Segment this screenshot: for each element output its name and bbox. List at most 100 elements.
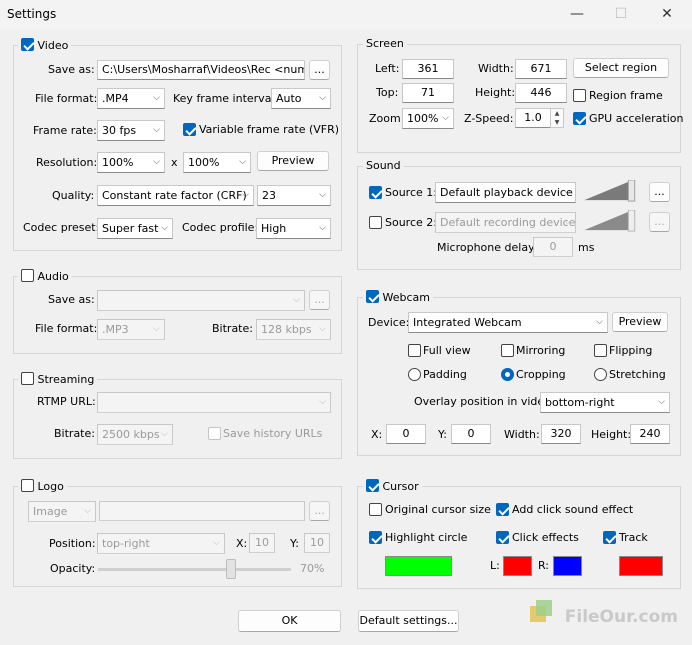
source2-more-button[interactable]: ... (649, 212, 670, 232)
webcam-preview-button[interactable]: Preview (612, 312, 668, 332)
track-checkbox[interactable] (603, 531, 616, 544)
flipping-checkbox[interactable] (594, 344, 607, 357)
logo-opacity-slider[interactable] (226, 559, 237, 579)
webcam-enable-checkbox[interactable] (366, 290, 379, 303)
audio-group-header: Audio (18, 269, 72, 284)
ok-button[interactable]: OK (238, 610, 341, 632)
frame-rate-select[interactable]: 30 fps ⌵ (97, 120, 165, 141)
logo-position-select[interactable]: top-right ⌵ (97, 533, 225, 554)
codec-preset-label: Codec preset: (23, 221, 100, 234)
cropping-radio[interactable] (501, 368, 514, 381)
webcam-x-input[interactable]: 0 (386, 424, 426, 444)
watermark-text: FileOur.com (564, 607, 678, 627)
screen-height-label: Height: (475, 86, 516, 99)
full-view-checkbox[interactable] (408, 344, 421, 357)
maximize-icon[interactable]: ☐ (606, 4, 636, 24)
close-icon[interactable]: ✕ (652, 4, 682, 24)
logo-group-label: Logo (37, 480, 64, 493)
stretching-radio[interactable] (594, 368, 607, 381)
video-enable-checkbox[interactable] (21, 38, 34, 51)
left-click-color-swatch[interactable] (503, 556, 532, 576)
quality-select[interactable]: Constant rate factor (CRF) ⌵ (97, 185, 254, 206)
chevron-down-icon: ⌵ (153, 93, 160, 103)
rtmp-url-label: RTMP URL: (37, 395, 96, 408)
video-preview-button[interactable]: Preview (257, 151, 329, 171)
screen-left-input[interactable]: 361 (402, 59, 454, 79)
screen-height-input[interactable]: 446 (515, 83, 567, 103)
select-region-button[interactable]: Select region (573, 58, 669, 78)
source2-checkbox[interactable] (369, 216, 382, 229)
streaming-bitrate-select[interactable]: 2500 kbps ⌵ (97, 424, 173, 445)
streaming-enable-checkbox[interactable] (21, 372, 34, 385)
region-frame-checkbox[interactable] (573, 89, 586, 102)
logo-browse-button[interactable]: ... (309, 501, 330, 521)
webcam-device-select[interactable]: Integrated Webcam ⌵ (408, 312, 608, 333)
mirroring-label: Mirroring (516, 344, 566, 357)
audio-enable-checkbox[interactable] (21, 269, 34, 282)
mirroring-checkbox[interactable] (501, 344, 514, 357)
webcam-width-input[interactable]: 320 (541, 424, 581, 444)
original-cursor-size-checkbox[interactable] (369, 503, 382, 516)
zoom-select[interactable]: 100% ⌵ (402, 108, 454, 129)
audio-file-format-select[interactable]: .MP3 ⌵ (97, 319, 165, 340)
screen-width-input[interactable]: 671 (515, 59, 567, 79)
logo-y-input[interactable]: 10 (304, 533, 330, 553)
source1-more-button[interactable]: ... (649, 182, 670, 202)
save-history-checkbox[interactable] (208, 427, 221, 440)
chevron-down-icon: ⌵ (596, 317, 603, 327)
key-frame-select[interactable]: Auto ⌵ (271, 88, 331, 109)
default-settings-button[interactable]: Default settings... (358, 610, 459, 632)
click-sound-checkbox[interactable] (496, 503, 509, 516)
screen-top-label: Top: (376, 86, 399, 99)
audio-bitrate-select[interactable]: 128 kbps ⌵ (256, 319, 331, 340)
vfr-checkbox[interactable] (183, 123, 196, 136)
source1-select[interactable]: Default playback device ⌵ (435, 182, 576, 203)
webcam-y-input[interactable]: 0 (451, 424, 491, 444)
audio-browse-button[interactable]: ... (309, 290, 330, 310)
webcam-device-label: Device: (368, 316, 410, 329)
source1-volume-icon[interactable] (584, 180, 636, 202)
spin-up-icon[interactable]: ▲ (551, 109, 563, 118)
click-effects-checkbox[interactable] (496, 531, 509, 544)
right-click-color-swatch[interactable] (553, 556, 582, 576)
video-file-format-select[interactable]: .MP4 ⌵ (97, 88, 165, 109)
screen-top-input[interactable]: 71 (402, 83, 454, 103)
zspeed-input[interactable]: 1.0 (515, 108, 551, 128)
quality-value-select[interactable]: 23 ⌵ (257, 185, 331, 206)
track-color-swatch[interactable] (619, 556, 663, 576)
source1-checkbox[interactable] (369, 186, 382, 199)
spin-down-icon[interactable]: ▼ (551, 118, 563, 127)
source2-select[interactable]: Default recording device ⌵ (435, 212, 576, 233)
key-frame-label: Key frame interval: (173, 92, 279, 105)
resolution-height-select[interactable]: 100% ⌵ (183, 152, 251, 173)
resolution-width-select[interactable]: 100% ⌵ (97, 152, 165, 173)
video-save-as-input[interactable]: C:\Users\Mosharraf\Videos\Rec <num (97, 60, 305, 80)
codec-profile-select[interactable]: High ⌵ (256, 218, 331, 239)
overlay-position-select[interactable]: bottom-right ⌵ (540, 392, 670, 413)
mic-delay-input[interactable]: 0 (533, 237, 573, 257)
logo-path-input[interactable] (99, 501, 305, 521)
chevron-down-icon: ⌵ (161, 223, 168, 233)
highlight-color-swatch[interactable] (385, 556, 452, 576)
logo-enable-checkbox[interactable] (21, 479, 34, 492)
quality-label: Quality: (52, 189, 95, 202)
gpu-acceleration-checkbox[interactable] (573, 112, 586, 125)
video-browse-button[interactable]: ... (309, 60, 330, 80)
codec-preset-select[interactable]: Super fast ⌵ (97, 218, 173, 239)
padding-radio[interactable] (408, 368, 421, 381)
cursor-enable-checkbox[interactable] (366, 479, 379, 492)
webcam-height-input[interactable]: 240 (630, 424, 670, 444)
mic-delay-label: Microphone delay: (437, 241, 538, 254)
rtmp-url-select[interactable]: ⌵ (97, 392, 331, 413)
video-file-format-label: File format: (35, 92, 98, 105)
highlight-circle-checkbox[interactable] (369, 531, 382, 544)
zspeed-spinner[interactable]: ▲ ▼ (550, 108, 564, 128)
audio-save-as-select[interactable]: ⌵ (97, 290, 305, 311)
source2-volume-icon[interactable] (584, 210, 636, 232)
logo-x-input[interactable]: 10 (249, 533, 275, 553)
logo-type-select[interactable]: Image ⌵ (28, 501, 96, 522)
sound-group-label: Sound (363, 159, 404, 173)
logo-y-label: Y: (290, 537, 299, 550)
streaming-bitrate-label: Bitrate: (54, 427, 95, 440)
minimize-icon[interactable]: — (562, 4, 592, 24)
